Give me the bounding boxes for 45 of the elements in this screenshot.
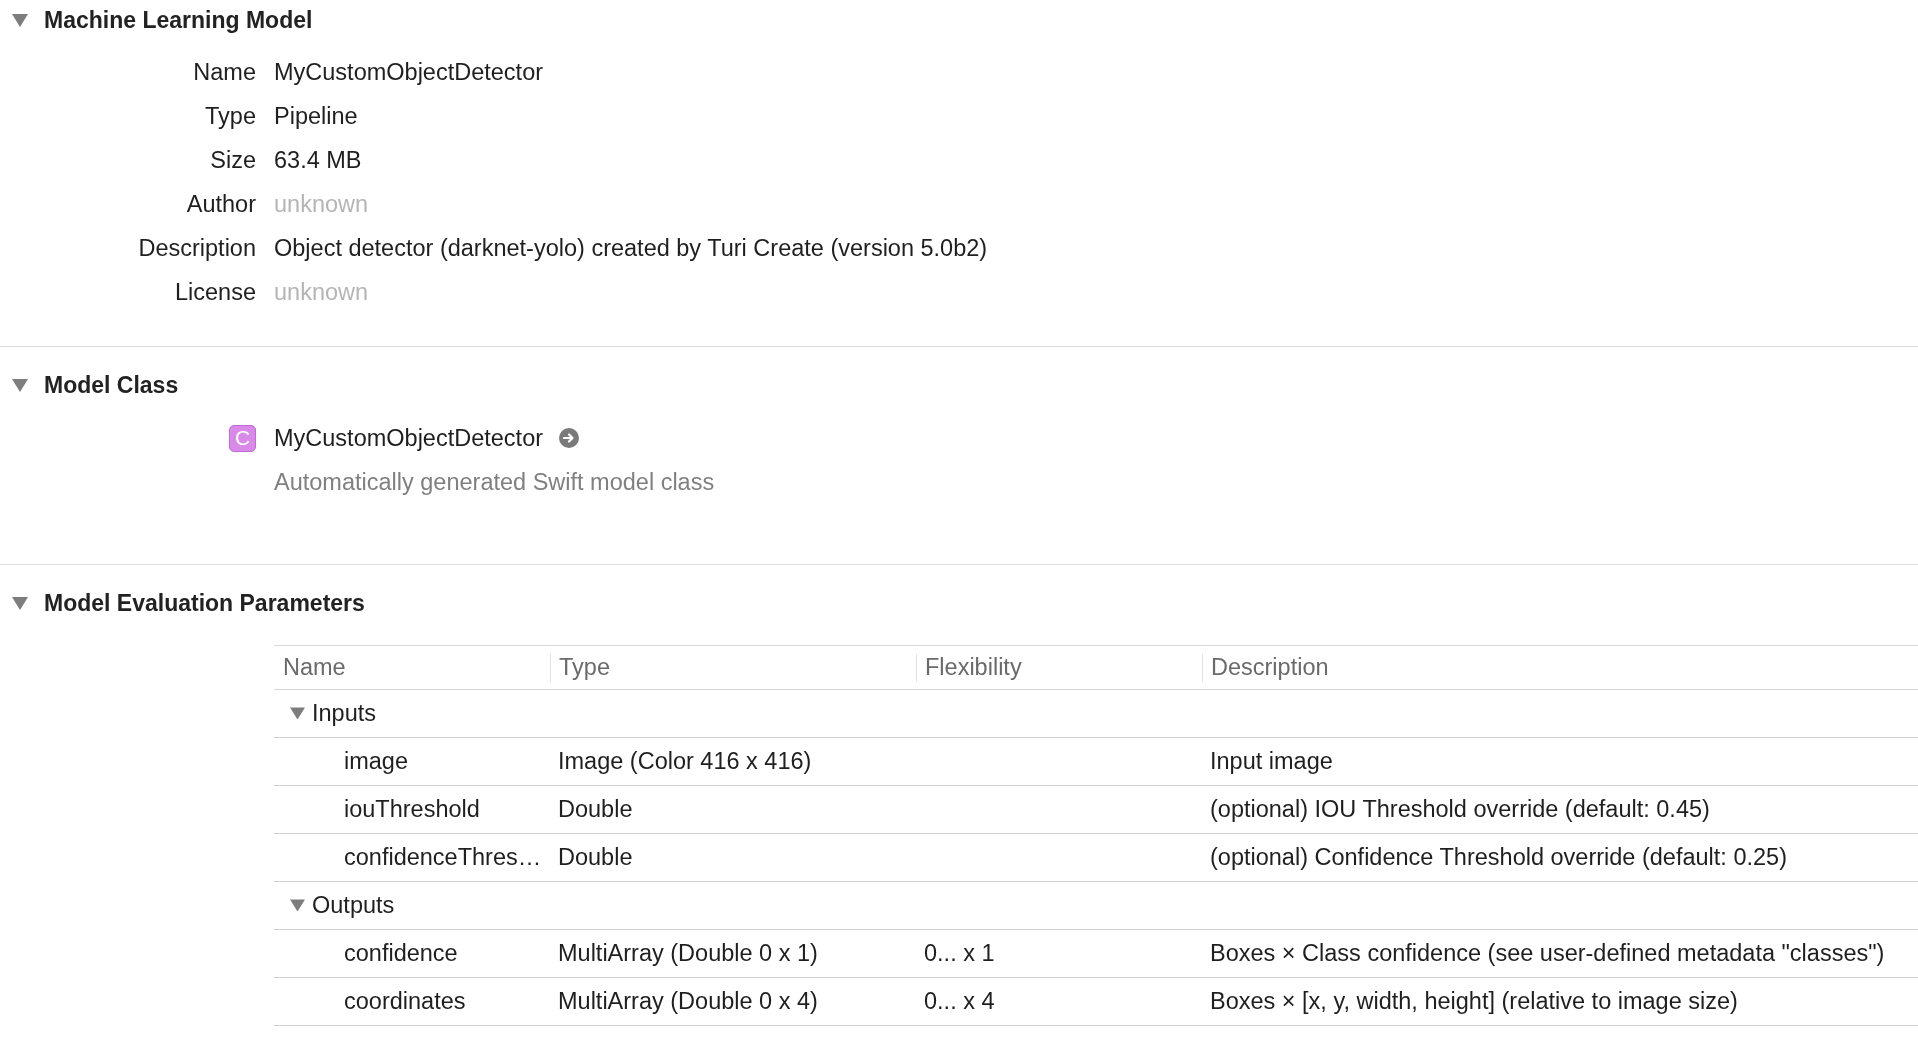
table-cell: Boxes × Class confidence (see user-defined metadata "classes")	[1210, 940, 1885, 967]
table-cell: confidenceThres…	[344, 844, 542, 871]
field-value: 63.4 MB	[274, 146, 363, 174]
class-description: Automatically generated Swift model class	[274, 468, 715, 496]
table-cell: Double	[558, 844, 633, 871]
field-value: Pipeline	[274, 102, 359, 130]
table-cell: (optional) IOU Threshold override (default: 0.45)	[1210, 796, 1710, 823]
table-cell: image	[344, 748, 408, 775]
column-header[interactable]: Type	[550, 653, 916, 682]
field-label: Name	[193, 58, 256, 86]
group-label: Outputs	[312, 892, 395, 919]
field-label: Author	[186, 190, 256, 218]
table-cell: iouThreshold	[344, 796, 480, 823]
class-icon: C	[229, 424, 256, 452]
disclosure-triangle-icon[interactable]	[290, 899, 305, 912]
column-header[interactable]: Name	[274, 653, 550, 682]
column-header[interactable]: Flexibility	[916, 653, 1202, 682]
disclosure-triangle-icon[interactable]	[12, 596, 28, 610]
table-cell: coordinates	[344, 988, 466, 1015]
field-label: License	[175, 278, 256, 306]
table-cell: 0... x 4	[924, 988, 995, 1015]
field-label: Size	[210, 146, 256, 174]
field-label: Type	[205, 102, 256, 130]
table-cell: Input image	[1210, 748, 1333, 775]
section-title: Machine Learning Model	[44, 6, 313, 34]
disclosure-triangle-icon[interactable]	[290, 707, 305, 720]
table-cell: Boxes × [x, y, width, height] (relative to image size)	[1210, 988, 1738, 1015]
table-cell: Double	[558, 796, 633, 823]
table-cell: (optional) Confidence Threshold override (default: 0.25)	[1210, 844, 1787, 871]
disclosure-triangle-icon[interactable]	[12, 13, 28, 27]
table-cell: MultiArray (Double 0 x 1)	[558, 940, 818, 967]
group-label: Inputs	[312, 700, 377, 727]
column-header[interactable]: Description	[1202, 653, 1918, 682]
table-cell: Image (Color 416 x 416)	[558, 748, 812, 775]
class-name: MyCustomObjectDetector	[274, 424, 544, 452]
table-cell: 0... x 1	[924, 940, 995, 967]
section-title: Model Class	[44, 371, 179, 399]
disclosure-triangle-icon[interactable]	[12, 378, 28, 392]
field-label: Description	[138, 234, 256, 262]
field-value: MyCustomObjectDetector	[274, 58, 545, 86]
arrow-right-circle-icon[interactable]	[559, 428, 580, 448]
table-cell: MultiArray (Double 0 x 4)	[558, 988, 818, 1015]
table-cell: confidence	[344, 940, 458, 967]
section-title: Model Evaluation Parameters	[44, 589, 365, 617]
field-value: Object detector (darknet-yolo) created by Turi Create (version 5.0b2)	[274, 234, 988, 262]
